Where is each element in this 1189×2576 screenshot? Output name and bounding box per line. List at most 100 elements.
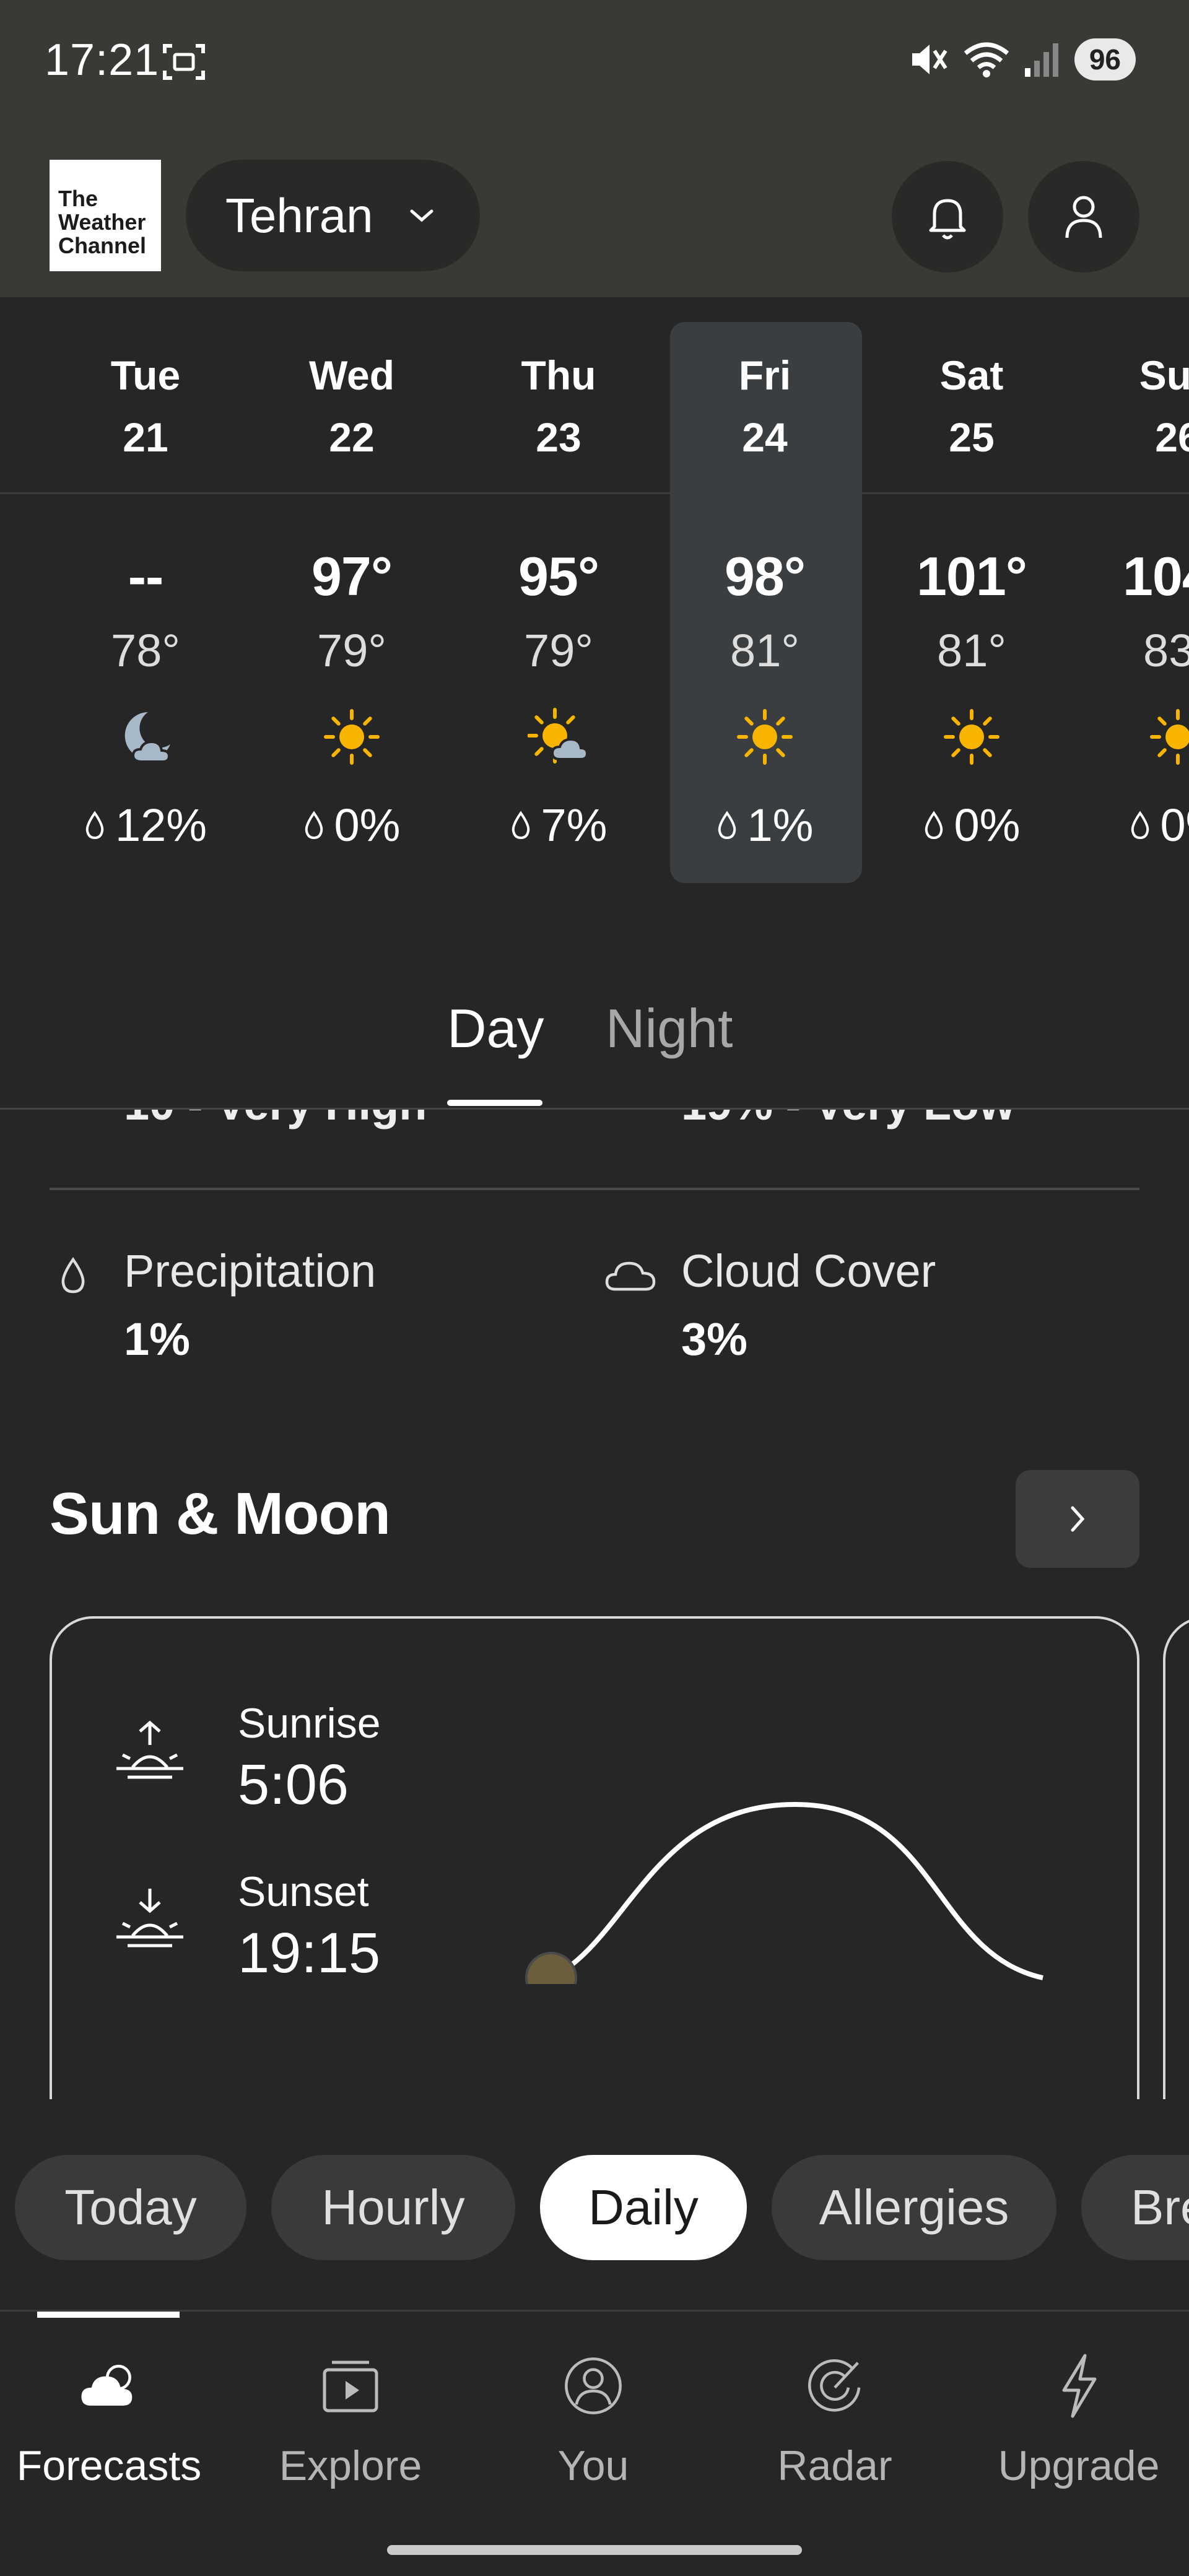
location-selector[interactable]: Tehran — [186, 160, 480, 271]
day-precipitation: 12% — [42, 799, 249, 851]
day-date: 25 — [949, 414, 995, 460]
chip-breathing[interactable]: Breathing — [1081, 2155, 1189, 2260]
section-divider — [50, 1188, 1139, 1190]
moon-cloud-icon — [115, 706, 176, 768]
day-low-temp: 79° — [524, 625, 593, 676]
sun-moon-more-button[interactable] — [1016, 1470, 1139, 1568]
day-column-sat[interactable]: Sat 25 101° 81° 0% — [868, 297, 1075, 916]
sun-icon — [1147, 706, 1189, 768]
day-high-temp: 95° — [518, 546, 599, 607]
sunrise-icon — [116, 1720, 183, 1779]
location-name: Tehran — [225, 188, 373, 243]
profile-button[interactable] — [1028, 161, 1139, 272]
nav-upgrade[interactable]: Upgrade — [960, 2349, 1189, 2510]
radar-icon — [804, 2349, 866, 2423]
droplet-icon — [512, 811, 529, 839]
battery-indicator: 96 — [1074, 38, 1136, 80]
day-date: 24 — [742, 414, 788, 460]
sunrise-label: Sunrise — [238, 1700, 381, 1747]
day-low-temp: 83° — [1143, 625, 1189, 676]
home-indicator[interactable] — [387, 2545, 802, 2555]
droplet-icon — [925, 811, 943, 839]
bell-icon — [929, 199, 966, 240]
status-time: 17:21 — [45, 35, 160, 85]
cloud-sun-icon — [78, 2349, 140, 2423]
tab-bar-bg — [0, 941, 1189, 1110]
chip-today[interactable]: Today — [15, 2155, 246, 2260]
day-column-sun[interactable]: Sun 26 104° 83° 0% — [1074, 297, 1189, 916]
droplet-icon — [61, 1257, 85, 1294]
forecast-chip-bar: Today Hourly Daily Allergies Breathing — [0, 2099, 1189, 2312]
day-precipitation: 7% — [455, 799, 662, 851]
day-name: Thu — [521, 352, 596, 398]
sun-path-arc — [525, 1801, 1043, 1984]
day-date: 21 — [123, 414, 168, 460]
lightning-icon — [1048, 2349, 1110, 2423]
droplet-icon — [718, 811, 736, 839]
day-name: Sun — [1139, 352, 1189, 398]
daily-strip: Tue 21 -- 78° 12% Wed 22 97° 79° 0% Thu 23 95° 79° 7% F… — [0, 297, 1189, 916]
precipitation-label: Precipitation — [124, 1245, 377, 1297]
sunset-label: Sunset — [238, 1868, 369, 1915]
day-precipitation: 0% — [1074, 799, 1189, 851]
sun-moon-title: Sun & Moon — [50, 1481, 391, 1547]
day-low-temp: 78° — [111, 625, 180, 676]
day-precipitation: 1% — [661, 799, 868, 851]
weather-channel-logo[interactable]: The Weather Channel — [50, 160, 161, 271]
chevron-down-icon — [410, 209, 433, 222]
chip-hourly[interactable]: Hourly — [271, 2155, 515, 2260]
day-date: 26 — [1155, 414, 1189, 460]
user-circle-icon — [562, 2349, 624, 2423]
chip-allergies[interactable]: Allergies — [772, 2155, 1056, 2260]
video-icon — [320, 2349, 381, 2423]
nav-radar[interactable]: Radar — [716, 2349, 954, 2510]
day-column-thu[interactable]: Thu 23 95° 79° 7% — [455, 297, 662, 916]
day-column-tue[interactable]: Tue 21 -- 78° 12% — [42, 297, 249, 916]
precipitation-chance: 1% — [747, 799, 814, 851]
tab-night[interactable]: Night — [606, 997, 733, 1060]
precipitation-chance: 0% — [954, 799, 1021, 851]
sunrise-time: 5:06 — [238, 1753, 349, 1816]
day-name: Wed — [308, 352, 395, 398]
nav-active-indicator — [37, 2312, 180, 2318]
day-column-fri[interactable]: Fri 24 98° 81° 1% — [661, 297, 868, 916]
cloud-cover-value: 3% — [681, 1313, 747, 1365]
mute-icon — [912, 45, 947, 74]
person-icon — [1065, 196, 1102, 238]
precipitation-chance: 0% — [334, 799, 401, 851]
chip-daily[interactable]: Daily — [540, 2155, 747, 2260]
day-name: Fri — [738, 352, 791, 398]
tab-divider — [0, 1108, 1189, 1110]
precipitation-value: 1% — [124, 1313, 190, 1365]
day-high-temp: 98° — [724, 546, 806, 607]
notifications-button[interactable] — [892, 161, 1003, 272]
sun-icon — [734, 706, 796, 768]
day-date: 23 — [536, 414, 581, 460]
day-high-temp: -- — [128, 546, 164, 607]
day-high-temp: 101° — [916, 546, 1027, 607]
precipitation-chance: 12% — [115, 799, 207, 851]
precipitation-chance: 7% — [541, 799, 608, 851]
sun-icon — [321, 706, 383, 768]
bottom-navigation: Forecasts Explore You Radar Upgrade — [0, 2312, 1189, 2576]
nav-forecasts[interactable]: Forecasts — [0, 2349, 228, 2510]
nav-you[interactable]: You — [474, 2349, 712, 2510]
droplet-icon — [305, 811, 323, 839]
header-bar: 17:21 96 The Weather Channel Tehran — [0, 0, 1189, 297]
sun-position-marker — [525, 1952, 577, 1984]
chevron-right-icon — [1071, 1506, 1085, 1532]
wifi-icon — [964, 42, 1009, 77]
sun-icon — [941, 706, 1003, 768]
day-low-temp: 81° — [937, 625, 1006, 676]
tab-active-indicator — [447, 1100, 542, 1106]
precipitation-chance: 0% — [1160, 799, 1189, 851]
tab-day[interactable]: Day — [447, 997, 544, 1060]
nav-explore[interactable]: Explore — [232, 2349, 469, 2510]
day-high-temp: 104° — [1122, 546, 1189, 607]
status-icons: 96 — [907, 38, 1136, 80]
sun-moon-cloud-icon — [527, 706, 590, 768]
app-root: 17:21 96 The Weather Channel Tehran Tue … — [0, 0, 1189, 2576]
day-column-wed[interactable]: Wed 22 97° 79° 0% — [248, 297, 455, 916]
day-name: Tue — [110, 352, 181, 398]
cloud-icon — [605, 1261, 656, 1291]
